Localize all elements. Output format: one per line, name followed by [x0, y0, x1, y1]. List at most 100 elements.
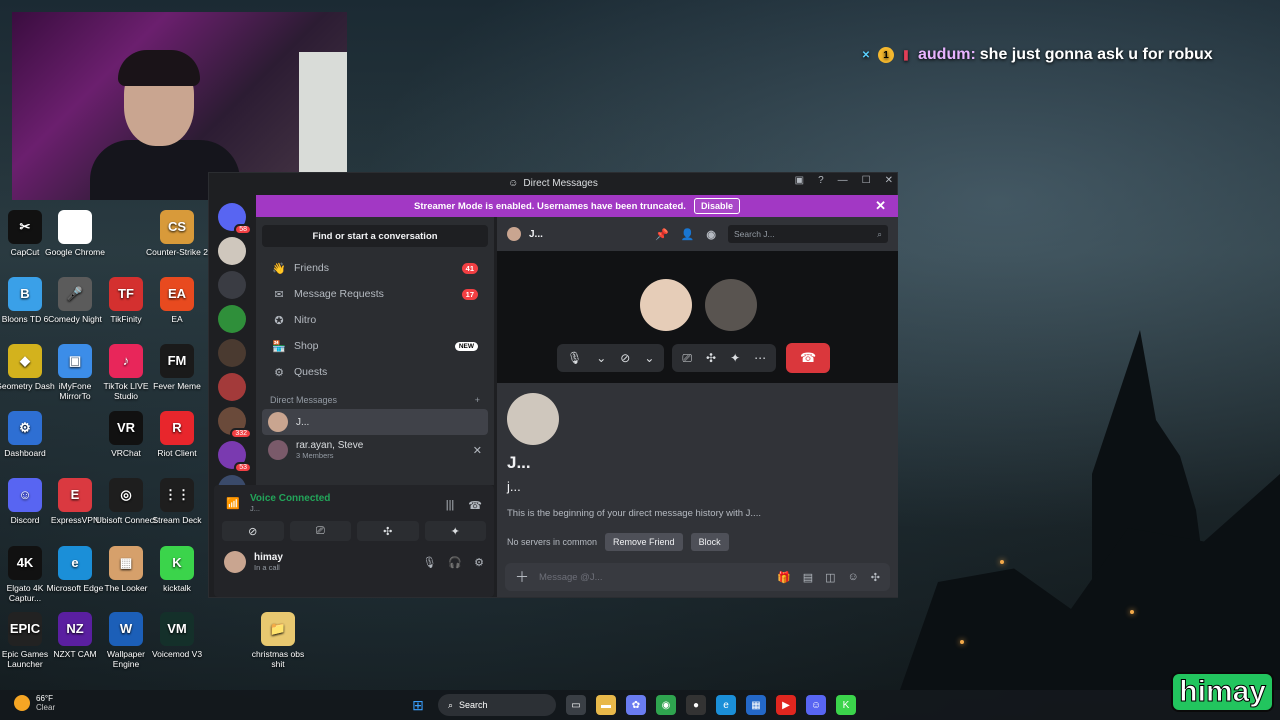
sidebar-item-nitro[interactable]: ✪ Nitro [262, 307, 488, 333]
github-icon[interactable]: ● [686, 695, 706, 715]
desktop-icon[interactable]: CS Counter-Strike 2 [146, 210, 208, 257]
emoji-icon[interactable]: ☺ [848, 571, 859, 584]
soundboard-icon[interactable]: ✦ [730, 351, 740, 365]
profile-icon[interactable]: ◉ [706, 228, 716, 241]
maximize-button[interactable]: ☐ [862, 175, 871, 186]
desktop-icon[interactable]: VM Voicemod V3 [146, 612, 208, 659]
server-icon[interactable] [218, 237, 246, 265]
chevron-down-icon[interactable]: ⌄ [596, 351, 606, 365]
avatar[interactable] [224, 551, 246, 573]
store-icon[interactable]: ▦ [746, 695, 766, 715]
search-input[interactable]: Search J... ⌕ [728, 225, 888, 243]
mic-icon[interactable]: 🎙 [567, 351, 582, 365]
headphones-icon[interactable]: 🎧 [448, 556, 462, 569]
sidebar-item-shop[interactable]: 🏪 Shop NEW [262, 333, 488, 359]
add-friends-icon[interactable]: 👤 [681, 228, 695, 241]
app-icon: ✂ [8, 210, 42, 244]
app-icon: ⋮⋮ [160, 478, 194, 512]
remove-friend-button[interactable]: Remove Friend [605, 533, 683, 551]
gear-icon[interactable]: ⚙ [474, 556, 484, 569]
message-input[interactable]: ＋ Message @J... 🎁 ▤ ◫ ☺ ✣ [505, 563, 890, 591]
dm-list-item[interactable]: rar.ayan, Steve 3 Members ✕ [262, 437, 488, 463]
inbox-icon[interactable]: ▣ [795, 175, 804, 186]
weather-widget[interactable]: 66°F Clear [14, 694, 55, 712]
apps-icon[interactable]: ✣ [871, 571, 880, 584]
server-icon[interactable] [218, 339, 246, 367]
camera-off-icon[interactable]: ⊘ [620, 351, 630, 365]
server-icon[interactable] [218, 373, 246, 401]
desktop-icon[interactable]: FM Fever Meme [146, 344, 208, 391]
edge-icon[interactable]: e [716, 695, 736, 715]
desktop-icon[interactable]: R Riot Client [146, 411, 208, 458]
desktop-icon[interactable]: Kkicktalk [146, 546, 208, 593]
screen-share-button[interactable]: ⎚ [289, 521, 351, 541]
disconnect-icon[interactable]: ☎ [468, 499, 482, 512]
gif-icon[interactable]: ▤ [803, 571, 813, 584]
activities-button[interactable]: ✣ [357, 521, 419, 541]
dm-sidebar: Find or start a conversation 👋 Friends 41 ✉… [256, 217, 494, 485]
server-icon[interactable]: 53 [218, 441, 252, 473]
avatar [507, 393, 559, 445]
gift-icon[interactable]: 🎁 [777, 571, 791, 584]
hang-up-button[interactable]: ☎ [786, 343, 831, 373]
minimize-button[interactable]: — [838, 175, 848, 186]
help-icon[interactable]: ? [818, 175, 824, 186]
sticker-icon[interactable]: ◫ [825, 571, 835, 584]
shop-icon: 🏪 [272, 340, 286, 353]
more-icon[interactable]: ⋯ [754, 351, 766, 365]
disable-button[interactable]: Disable [693, 198, 740, 214]
close-button[interactable]: ✕ [885, 175, 893, 186]
start-button[interactable]: ⊞ [408, 695, 428, 715]
taskbar-search[interactable]: ⌕ Search [438, 694, 556, 716]
desktop-icon[interactable]: EA EA [146, 277, 208, 324]
soundboard-button[interactable]: ✦ [424, 521, 486, 541]
find-conversation-button[interactable]: Find or start a conversation [262, 225, 488, 247]
chat-username: audum: [918, 46, 976, 63]
server-icon[interactable] [218, 305, 246, 333]
server-icon[interactable]: 332 [218, 407, 252, 439]
unread-badge: 332 [230, 428, 252, 439]
chevron-down-icon[interactable]: ⌄ [644, 351, 654, 365]
close-banner-icon[interactable]: ✕ [875, 198, 886, 214]
camera-off-button[interactable]: ⊘ [222, 521, 284, 541]
app-icon: W [109, 612, 143, 646]
task-view-icon[interactable]: ▭ [566, 695, 586, 715]
add-attachment-icon[interactable]: ＋ [515, 567, 529, 587]
activities-icon[interactable]: ✣ [706, 351, 716, 365]
unread-badge: 58 [234, 224, 252, 235]
participant-avatar[interactable] [705, 279, 757, 331]
signal-icon: 📶 [226, 498, 240, 510]
app-icon: ◆ [8, 344, 42, 378]
desktop-icon[interactable]: ⚙ Dashboard [0, 411, 56, 458]
kick-icon[interactable]: K [836, 695, 856, 715]
dm-name: rar.ayan, Steve [296, 440, 364, 451]
server-icon[interactable]: 58 [218, 203, 252, 235]
dm-list-item[interactable]: J... [262, 409, 488, 435]
screen-share-icon[interactable]: ⎚ [682, 351, 692, 366]
pin-icon[interactable]: 📌 [655, 228, 669, 241]
count-badge: 17 [461, 288, 478, 300]
participant-avatar[interactable] [640, 279, 692, 331]
create-dm-icon[interactable]: + [475, 395, 480, 405]
close-dm-icon[interactable]: ✕ [473, 444, 482, 457]
desktop-icon[interactable]: 📁 christmas obs shit [247, 612, 309, 669]
mic-icon[interactable]: 🎙 [422, 556, 436, 569]
sidebar-item-label: Quests [294, 366, 328, 378]
desktop-icon[interactable]: ⋮⋮ Stream Deck [146, 478, 208, 525]
block-button[interactable]: Block [690, 533, 729, 551]
dm-main: J... 📌 👤 ◉ Search J... ⌕ 🎙 ⌄ ⊘ ⌄ ⎚ ✣ ✦ ⋯… [497, 217, 898, 597]
mic-control[interactable]: 🎙 ⌄ ⊘ ⌄ [557, 344, 665, 372]
youtube-icon[interactable]: ▶ [776, 695, 796, 715]
sidebar-item-quests[interactable]: ⚙ Quests [262, 359, 488, 385]
app-icon [58, 210, 92, 244]
file-explorer-icon[interactable]: ▬ [596, 695, 616, 715]
app-icon: ▦ [109, 546, 143, 580]
copilot-icon[interactable]: ✿ [626, 695, 646, 715]
sidebar-item-message-requests[interactable]: ✉ Message Requests 17 [262, 281, 488, 307]
discord-icon[interactable]: ☺ [806, 695, 826, 715]
noise-suppression-icon[interactable]: ||| [446, 499, 455, 512]
chrome-icon[interactable]: ◉ [656, 695, 676, 715]
desktop-icon[interactable]: Google Chrome [44, 210, 106, 257]
server-icon[interactable] [218, 271, 246, 299]
sidebar-item-friends[interactable]: 👋 Friends 41 [262, 255, 488, 281]
